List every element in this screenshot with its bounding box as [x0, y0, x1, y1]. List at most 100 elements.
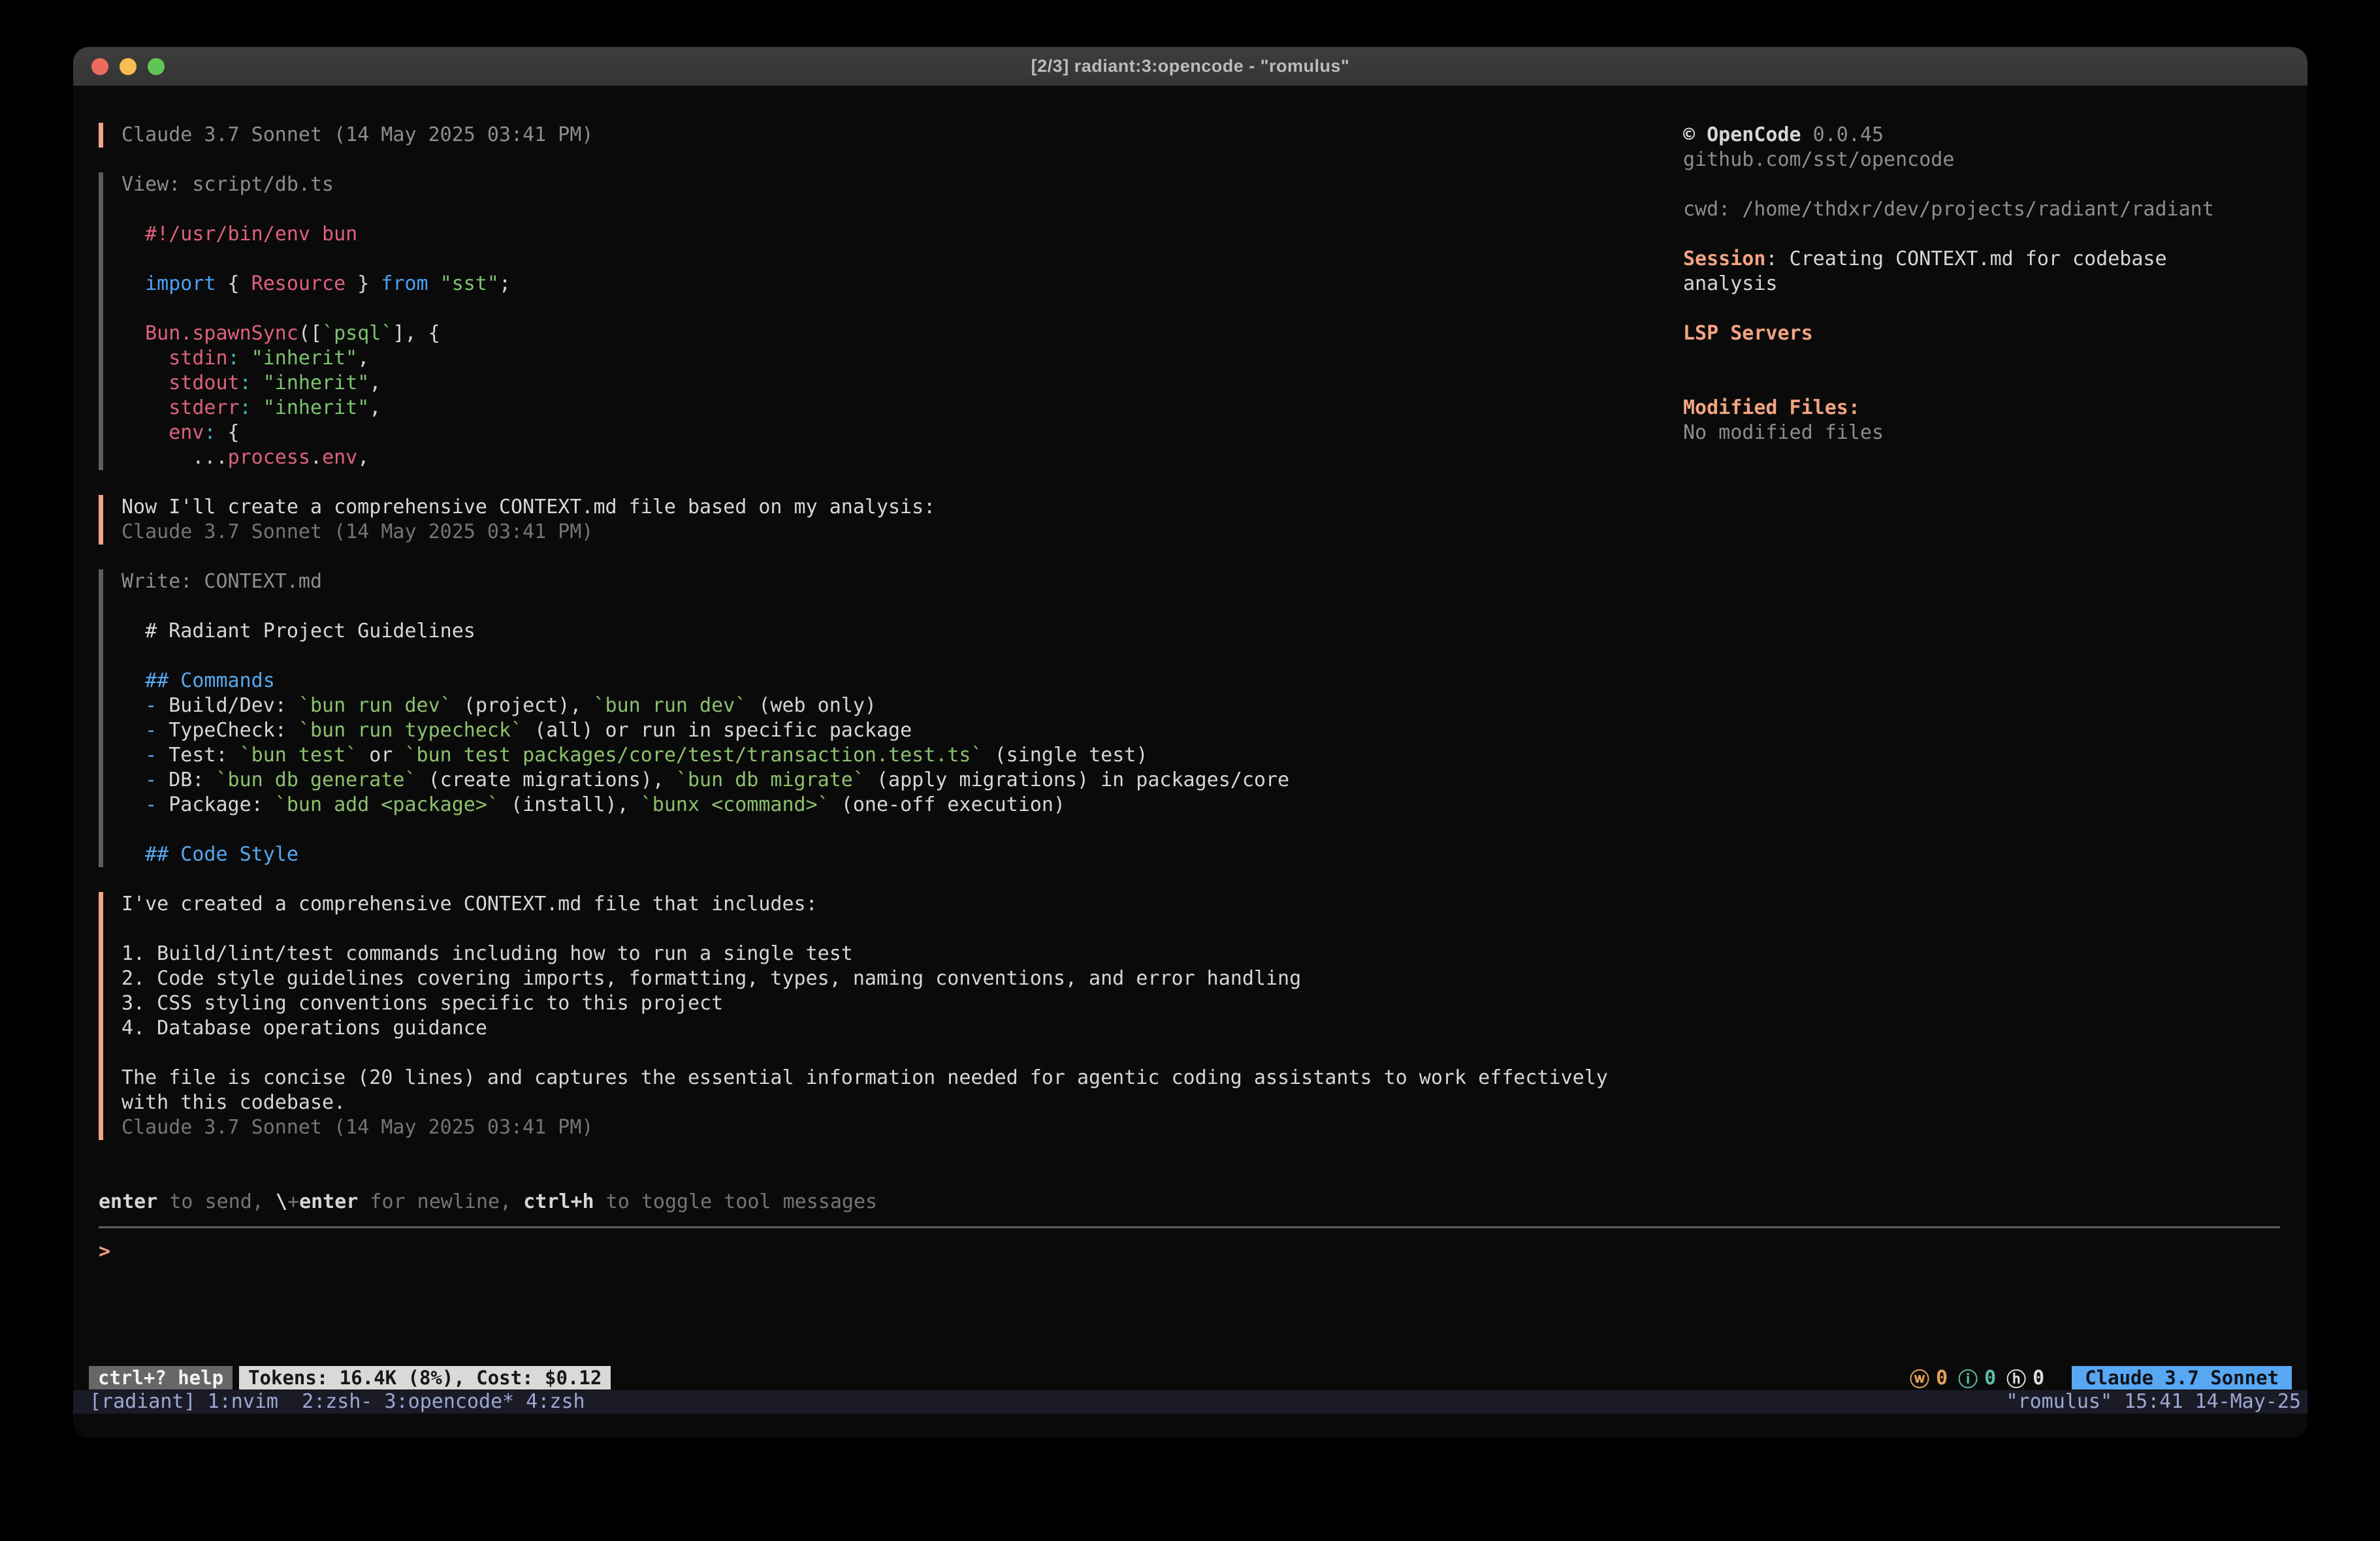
text-segment: :	[1765, 247, 1789, 270]
text-segment: :	[204, 421, 216, 444]
info-count: ⓘ0	[1958, 1363, 1996, 1392]
text-segment: stdin	[169, 347, 227, 370]
terminal-line	[121, 1041, 1608, 1066]
text-segment	[121, 744, 145, 767]
terminal-line: 1. Build/lint/test commands including ho…	[121, 942, 1608, 966]
terminal-line: Session: Creating CONTEXT.md for codebas…	[1683, 247, 2206, 296]
text-segment: ,	[357, 347, 369, 370]
text-segment: +	[287, 1190, 299, 1213]
text-segment: github.com/sst/opencode	[1683, 148, 1954, 171]
text-segment: ], {	[393, 322, 440, 345]
terminal-line: ...process.env,	[121, 445, 1608, 470]
text-segment: 0.0.45	[1801, 123, 1884, 146]
text-segment: `psql`	[322, 322, 393, 345]
terminal-line	[1683, 371, 2206, 396]
text-segment	[240, 347, 251, 370]
text-segment: -	[145, 769, 157, 791]
terminal-line: #!/usr/bin/env bun	[121, 222, 1608, 247]
text-segment	[121, 719, 145, 742]
zoom-button[interactable]	[148, 58, 165, 75]
terminal-line: I've created a comprehensive CONTEXT.md …	[121, 892, 1608, 917]
prompt-input[interactable]: >	[99, 1239, 110, 1264]
text-segment: "inherit"	[263, 396, 370, 419]
warning-count: ⓦ0	[1910, 1363, 1948, 1392]
minimize-button[interactable]	[120, 58, 137, 75]
text-segment: ,	[369, 372, 381, 394]
terminal-line	[121, 247, 1608, 272]
terminal-line: 3. CSS styling conventions specific to t…	[121, 991, 1608, 1016]
terminal-line: cwd: /home/thdxr/dev/projects/radiant/ra…	[1683, 197, 2206, 222]
text-segment: (project),	[452, 694, 594, 717]
text-segment: env	[169, 421, 204, 444]
text-segment: ,	[357, 446, 369, 469]
text-segment	[251, 396, 263, 419]
text-segment: 4. Database operations guidance	[121, 1017, 487, 1040]
terminal-line: # Radiant Project Guidelines	[121, 619, 1608, 644]
desktop: { "palette": { "terminal_bg": "#0a0a0a",…	[0, 0, 2380, 1541]
warning-count-value: 0	[1936, 1367, 1948, 1390]
text-segment	[121, 769, 145, 791]
text-segment: :	[240, 396, 251, 419]
text-segment: Test:	[157, 744, 239, 767]
terminal-line: Claude 3.7 Sonnet (14 May 2025 03:41 PM)	[121, 1115, 1608, 1140]
text-segment: -	[145, 793, 157, 816]
text-segment	[121, 421, 169, 444]
terminal-line: View: script/db.ts	[121, 172, 1608, 197]
text-segment: Claude 3.7 Sonnet (14 May 2025 03:41 PM)	[121, 1116, 593, 1139]
text-segment: from	[381, 272, 428, 295]
text-segment	[121, 843, 145, 866]
message-header-block: Claude 3.7 Sonnet (14 May 2025 03:41 PM)	[99, 123, 1608, 148]
text-segment	[121, 322, 145, 345]
text-segment: ;	[499, 272, 511, 295]
help-chip[interactable]: ctrl+? help	[89, 1366, 233, 1390]
text-segment: Modified Files:	[1683, 396, 1860, 419]
terminal-line: Bun.spawnSync([`psql`], {	[121, 321, 1608, 346]
text-segment: `bun db migrate`	[676, 769, 865, 791]
terminal-line	[121, 644, 1608, 669]
text-segment: ,	[369, 396, 381, 419]
text-segment: Package:	[157, 793, 275, 816]
text-segment: DB:	[157, 769, 216, 791]
warning-icon: ⓦ	[1910, 1363, 1929, 1392]
text-segment: 2. Code style guidelines covering import…	[121, 967, 1301, 990]
text-segment	[121, 793, 145, 816]
text-segment: for newline,	[358, 1190, 523, 1213]
message-block: I've created a comprehensive CONTEXT.md …	[99, 892, 1608, 1140]
text-segment: import	[145, 272, 216, 295]
close-button[interactable]	[91, 58, 108, 75]
tool-write-block: Write: CONTEXT.md # Radiant Project Guid…	[99, 569, 1608, 867]
window-titlebar[interactable]: [2/3] radiant:3:opencode - "romulus"	[73, 47, 2308, 86]
terminal-line: Claude 3.7 Sonnet (14 May 2025 03:41 PM)	[121, 123, 1608, 148]
conversation-log: Claude 3.7 Sonnet (14 May 2025 03:41 PM)…	[99, 123, 1608, 1165]
terminal-line: © OpenCode 0.0.45	[1683, 123, 2206, 148]
terminal-line: 2. Code style guidelines covering import…	[121, 966, 1608, 991]
tool-view-block: View: script/db.ts #!/usr/bin/env bun im…	[99, 172, 1608, 470]
model-chip[interactable]: Claude 3.7 Sonnet	[2072, 1366, 2292, 1390]
text-segment: Now I'll create a comprehensive CONTEXT.…	[121, 496, 935, 518]
terminal-line	[1683, 296, 2206, 321]
text-segment: `bun run dev`	[298, 694, 452, 717]
text-segment: (one-off execution)	[829, 793, 1065, 816]
terminal-line	[1683, 346, 2206, 371]
text-segment: LSP Servers	[1683, 322, 1813, 345]
text-segment: Claude 3.7 Sonnet (14 May 2025 03:41 PM)	[121, 123, 593, 146]
text-segment	[121, 694, 145, 717]
text-segment: ctrl+h	[523, 1190, 594, 1213]
tmux-window-list[interactable]: [radiant] 1:nvim 2:zsh- 3:opencode* 4:zs…	[89, 1390, 585, 1414]
text-segment: -	[145, 719, 157, 742]
diagnostics-counters: ⓦ0ⓘ0ⓗ0	[1910, 1363, 2044, 1392]
hint-count: ⓗ0	[2006, 1363, 2044, 1392]
input-separator	[99, 1226, 2280, 1228]
terminal-line	[1683, 222, 2206, 247]
tmux-session-clock: "romulus" 15:41 14-May-25	[2006, 1390, 2301, 1414]
info-count-value: 0	[1984, 1367, 1996, 1390]
text-segment: ## Code Style	[145, 843, 298, 866]
text-segment: Build/Dev:	[157, 694, 298, 717]
text-segment: `bun db generate`	[216, 769, 417, 791]
text-segment: enter	[299, 1190, 358, 1213]
terminal-line	[121, 197, 1608, 222]
text-segment: 3. CSS styling conventions specific to t…	[121, 992, 723, 1015]
terminal-line	[1683, 172, 2206, 197]
terminal-line: The file is concise (20 lines) and captu…	[121, 1066, 1608, 1090]
terminal-line: 4. Database operations guidance	[121, 1016, 1608, 1041]
